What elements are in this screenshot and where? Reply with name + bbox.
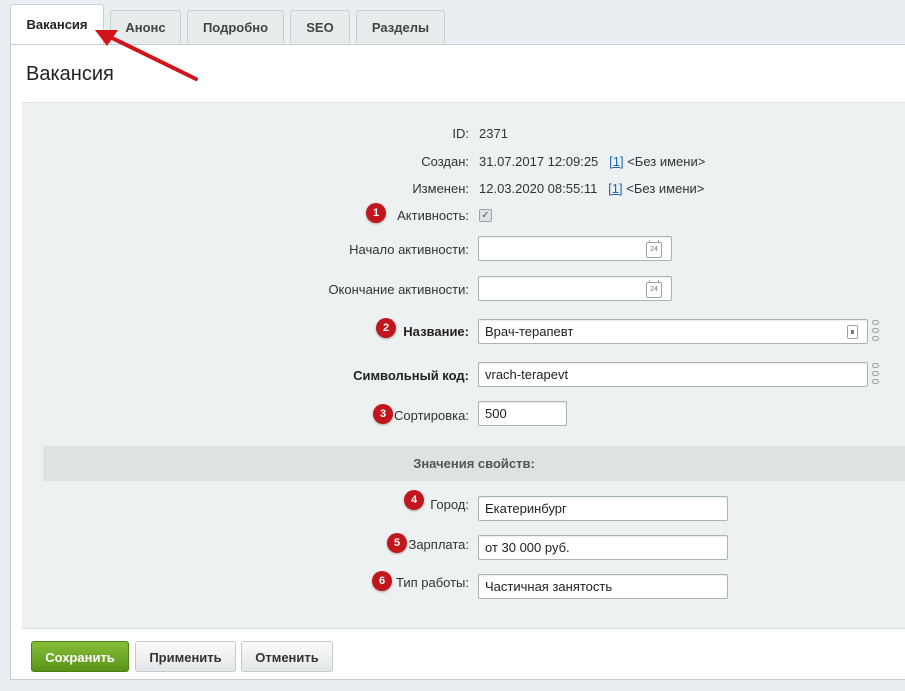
modified-label: Изменен: — [412, 181, 469, 196]
active-label: Активность: — [397, 208, 469, 223]
active-checkbox[interactable]: ✓ — [479, 209, 492, 222]
tab-seo[interactable]: SEO — [290, 10, 350, 43]
page-title: Вакансия — [26, 63, 114, 85]
save-button[interactable]: Сохранить — [31, 641, 129, 672]
link-chain-icon[interactable] — [871, 320, 881, 342]
modified-row: 12.03.2020 08:55:11 [1] <Без имени> — [479, 181, 704, 196]
tab-announce[interactable]: Анонс — [110, 10, 181, 43]
apply-button[interactable]: Применить — [135, 641, 236, 672]
cancel-button[interactable]: Отменить — [241, 641, 333, 672]
city-input[interactable]: Екатеринбург — [478, 496, 728, 521]
created-row: 31.07.2017 12:09:25 [1] <Без имени> — [479, 154, 705, 169]
modified-user-name: <Без имени> — [626, 181, 705, 196]
lock-icon[interactable] — [847, 325, 858, 339]
tab-sections[interactable]: Разделы — [356, 10, 445, 43]
tab-bar: Вакансия Анонс Подробно SEO Разделы — [0, 0, 905, 44]
active-from-input[interactable] — [478, 236, 672, 261]
link-chain-icon[interactable] — [871, 363, 881, 385]
calendar-icon[interactable]: 24 — [646, 280, 662, 298]
active-from-label: Начало активности: — [349, 242, 469, 257]
properties-section-header: Значения свойств: — [43, 446, 905, 481]
tab-vacancy[interactable]: Вакансия — [10, 4, 104, 44]
work-type-input[interactable]: Частичная занятость — [478, 574, 728, 599]
created-user-link[interactable]: [1] — [609, 154, 623, 169]
calendar-icon[interactable]: 24 — [646, 240, 662, 258]
name-label: Название: — [403, 324, 469, 339]
created-date: 31.07.2017 12:09:25 — [479, 154, 599, 169]
code-label: Символьный код: — [353, 368, 469, 383]
id-value: 2371 — [479, 126, 508, 141]
modified-date: 12.03.2020 08:55:11 — [479, 181, 598, 196]
work-type-label: Тип работы: — [395, 575, 469, 590]
sort-input[interactable]: 500 — [478, 401, 567, 426]
modified-user-link[interactable]: [1] — [608, 181, 622, 196]
city-label: Город: — [430, 497, 469, 512]
active-to-label: Окончание активности: — [328, 282, 469, 297]
salary-label: Зарплата: — [408, 537, 469, 552]
created-user-name: <Без имени> — [627, 154, 706, 169]
tab-details[interactable]: Подробно — [187, 10, 284, 43]
created-label: Создан: — [421, 154, 469, 169]
active-to-input[interactable] — [478, 276, 672, 301]
salary-input[interactable]: от 30 000 руб. — [478, 535, 728, 560]
sort-label: Сортировка: — [394, 408, 469, 423]
name-input[interactable]: Врач-терапевт — [478, 319, 868, 344]
code-input[interactable]: vrach-terapevt — [478, 362, 868, 387]
id-label: ID: — [452, 126, 469, 141]
